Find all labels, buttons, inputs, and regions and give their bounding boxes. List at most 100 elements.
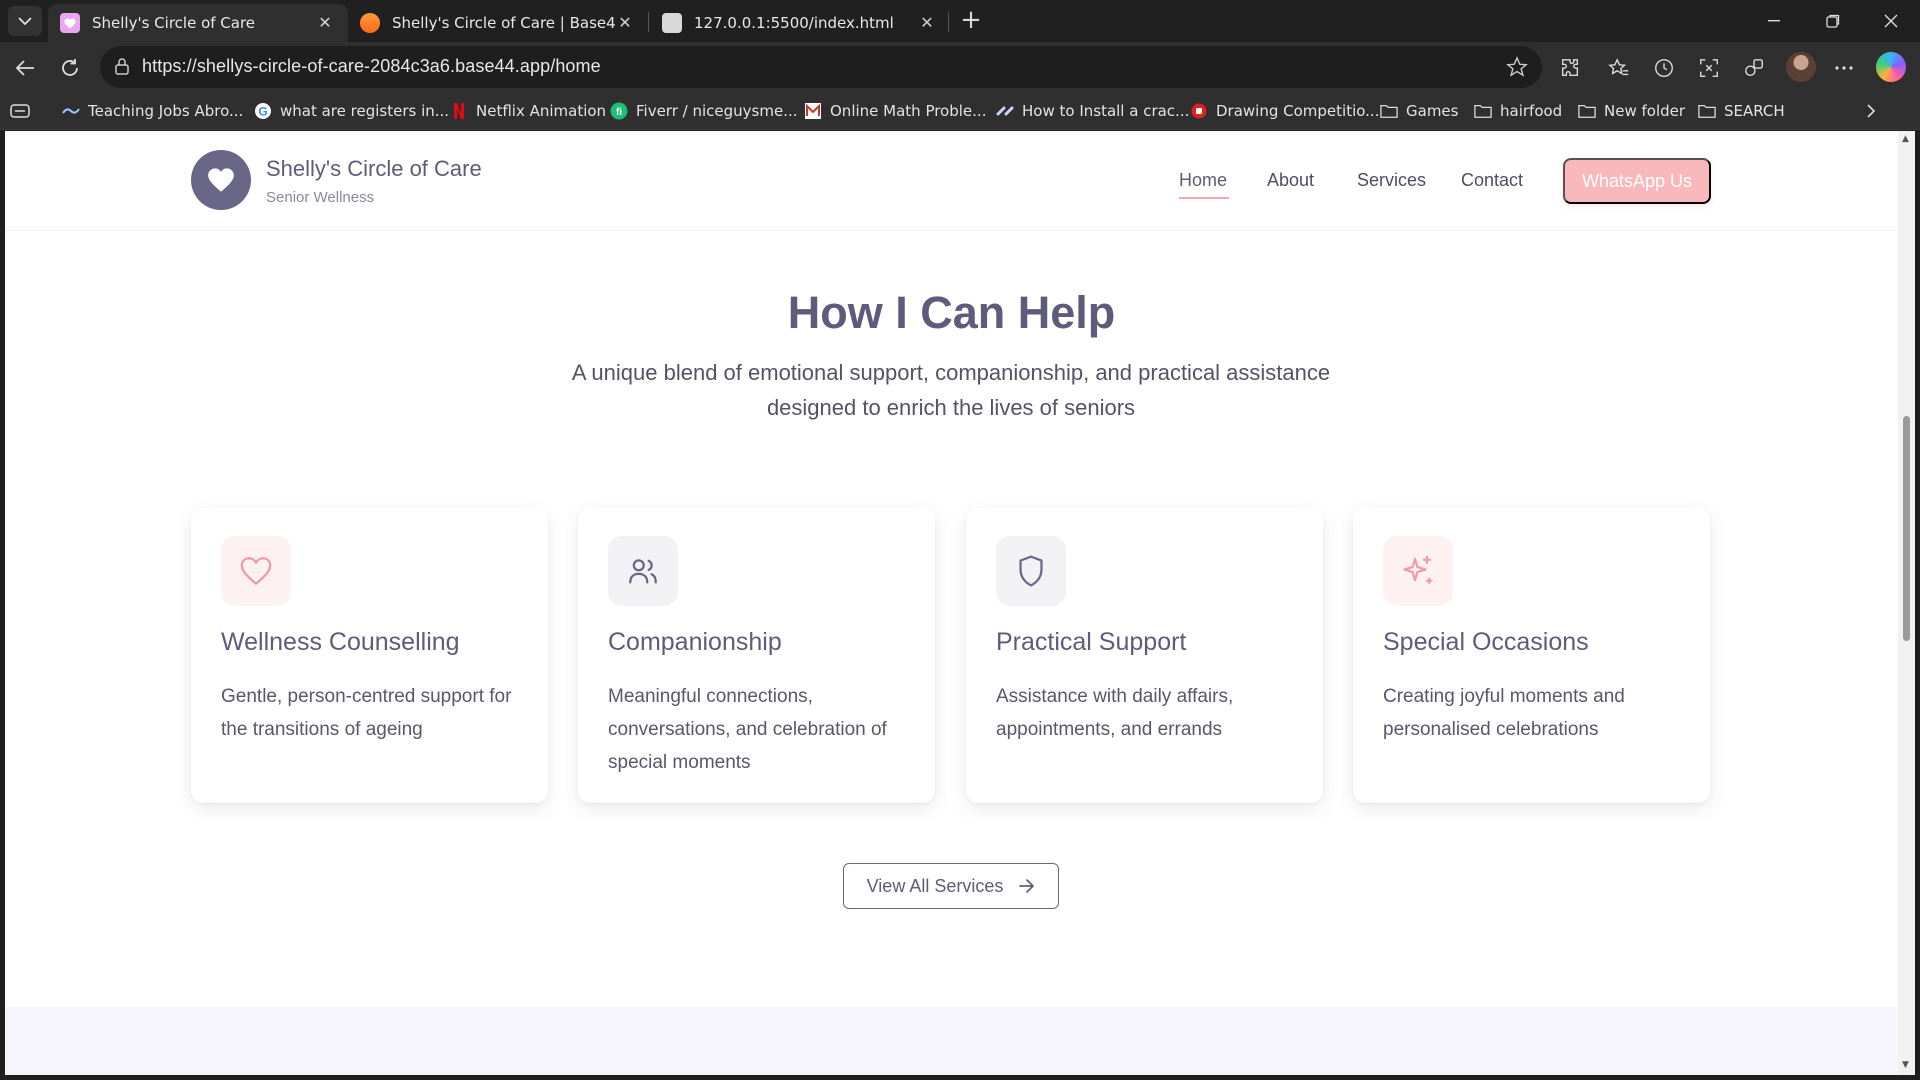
bookmark-folder[interactable]: New folder [1578,99,1685,123]
google-icon: G [254,102,272,120]
section-subtitle-line-2: designed to enrich the lives of seniors [766,395,1136,420]
back-button[interactable] [8,51,42,85]
base44-favicon-icon [360,13,380,33]
site-header: Shelly's Circle of Care Senior Wellness … [5,131,1898,231]
nav-active-indicator [1179,197,1229,199]
close-tab-icon[interactable]: ✕ [918,14,936,32]
bookmark-folder[interactable]: Games [1380,99,1458,123]
shield-icon [1019,555,1043,587]
bookmark-item[interactable]: Netflix Animation [450,99,606,123]
bookmark-label: How to Install a crac... [1022,102,1190,120]
site-info-icon[interactable] [114,57,130,75]
users-icon [629,559,657,584]
bookmark-folder[interactable]: SEARCH [1698,99,1785,123]
minimize-icon [1768,20,1780,22]
card-icon-box [608,536,678,606]
favorites-list-icon [1608,58,1629,76]
screenshot-icon [1700,59,1718,77]
card-icon-box [1383,536,1453,606]
reload-icon [62,59,78,76]
restore-icon [1826,14,1840,28]
service-card-occasions: Special Occasions Creating joyful moment… [1353,508,1710,803]
copilot-icon[interactable] [1876,52,1906,82]
bookmark-item[interactable]: fi Fiverr / niceguysme... [610,99,797,123]
new-tab-button[interactable]: + [956,7,986,35]
section-subtitle-line-1: A unique blend of emotional support, com… [571,360,1331,385]
bookmark-label: Drawing Competitio... [1216,102,1380,120]
brand-subtitle: Senior Wellness [266,189,375,206]
tab-shellys-circle[interactable]: Shelly's Circle of Care ✕ [48,4,348,42]
fiverr-icon: fi [610,102,628,120]
collections-button[interactable] [1737,51,1771,85]
bookmark-item[interactable]: How to Install a crac... [996,99,1189,123]
section-subtitle: A unique blend of emotional support, com… [551,355,1351,425]
minimize-button[interactable] [1745,0,1803,42]
tab-title: Shelly's Circle of Care [92,14,256,32]
brand-name[interactable]: Shelly's Circle of Care [266,156,482,182]
bookmark-item[interactable]: Drawing Competitio... [1190,99,1379,123]
close-window-button[interactable] [1862,0,1920,42]
scroll-down-arrow-icon[interactable]: ▼ [1902,1061,1911,1070]
bookmark-item[interactable]: Online Math Proble... [804,99,986,123]
tab-base44[interactable]: Shelly's Circle of Care | Base44 ✕ [348,4,648,42]
chevron-down-icon [18,17,32,26]
svg-text:G: G [258,105,267,119]
tab-separator [948,12,949,32]
red-circle-icon [1190,102,1208,120]
settings-menu-button[interactable] [1827,51,1861,85]
profile-avatar[interactable] [1786,52,1816,82]
close-icon [1884,14,1898,28]
card-description: Creating joyful moments and personalised… [1383,686,1625,740]
url-text[interactable]: https://shellys-circle-of-care-2084c3a6.… [142,56,601,77]
card-description: Assistance with daily affairs, appointme… [996,686,1234,740]
nav-contact[interactable]: Contact [1461,170,1523,191]
reading-view-button[interactable] [10,99,30,123]
card-icon-box [221,536,291,606]
nav-home[interactable]: Home [1179,170,1227,191]
bookmark-label: Games [1406,102,1459,120]
bookmark-item[interactable]: Teaching Jobs Abro... [62,99,243,123]
scroll-up-arrow-icon[interactable]: ▲ [1902,135,1911,144]
favorites-button[interactable] [1602,51,1636,85]
bookmark-label: Netflix Animation [476,102,607,120]
folder-icon [1578,102,1596,120]
extensions-button[interactable] [1553,51,1587,85]
bookmark-label: Fiverr / niceguysme... [636,102,798,120]
more-dots-icon [1835,66,1853,70]
nav-about[interactable]: About [1267,170,1314,191]
folder-icon [1380,102,1398,120]
bookmark-item[interactable]: G what are registers in... [254,99,449,123]
close-tab-icon[interactable]: ✕ [616,14,634,32]
whatsapp-button[interactable]: WhatsApp Us [1563,158,1711,204]
card-title: Wellness Counselling [221,628,460,656]
history-button[interactable] [1647,51,1681,85]
math-icon [804,102,822,120]
reload-button[interactable] [53,51,87,85]
restore-button[interactable] [1804,0,1862,42]
logo[interactable] [191,150,251,210]
favorite-star-icon[interactable] [1506,56,1528,78]
service-card-wellness: Wellness Counselling Gentle, person-cent… [191,508,548,803]
collections-icon [1745,59,1763,77]
card-description: Gentle, person-centred support for the t… [221,686,512,740]
nav-services[interactable]: Services [1357,170,1426,191]
chevron-right-icon [1867,104,1876,118]
bookmark-folder[interactable]: hairfood [1474,99,1562,123]
scrollbar-thumb[interactable] [1903,416,1910,641]
bookmark-label: what are registers in... [280,102,450,120]
heart-logo-icon [208,168,234,192]
address-bar[interactable]: https://shellys-circle-of-care-2084c3a6.… [100,46,1542,88]
netflix-icon [450,102,468,120]
view-all-services-button[interactable]: View All Services [843,863,1059,909]
bookmark-label: Teaching Jobs Abro... [88,102,244,120]
close-tab-icon[interactable]: ✕ [316,14,334,32]
browser-toolbar: https://shellys-circle-of-care-2084c3a6.… [0,42,1920,93]
tab-localhost[interactable]: 127.0.0.1:5500/index.html ✕ [650,4,950,42]
tab-actions-menu-button[interactable] [8,6,42,36]
screenshot-button[interactable] [1692,51,1726,85]
back-arrow-icon [15,60,34,76]
page-scrollbar[interactable]: ▲ ▼ [1898,131,1915,1075]
folder-icon [1698,102,1716,120]
puzzle-icon [1561,59,1579,77]
more-bookmarks-button[interactable] [1866,99,1876,123]
